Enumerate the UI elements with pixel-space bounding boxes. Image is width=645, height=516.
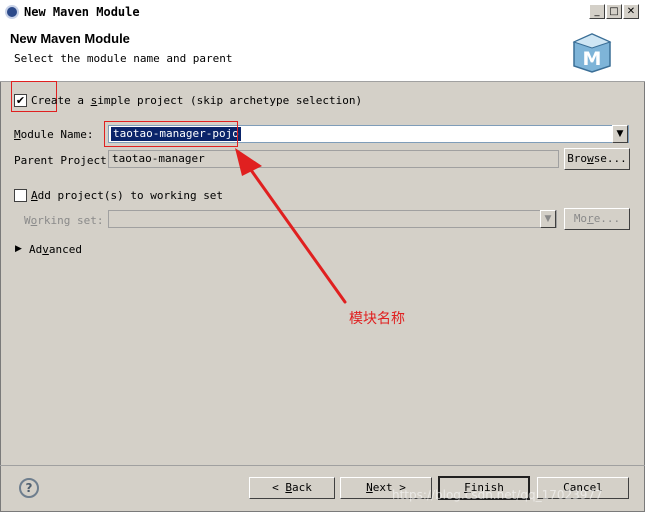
annotation-arrow xyxy=(235,148,347,304)
footer-separator xyxy=(0,465,645,466)
help-icon[interactable]: ? xyxy=(19,478,39,498)
annotation-text: 模块名称 xyxy=(349,311,405,327)
watermark: https://blog.csdn.net/qq_17023977 xyxy=(392,488,603,502)
back-button[interactable]: < Back xyxy=(249,477,335,499)
